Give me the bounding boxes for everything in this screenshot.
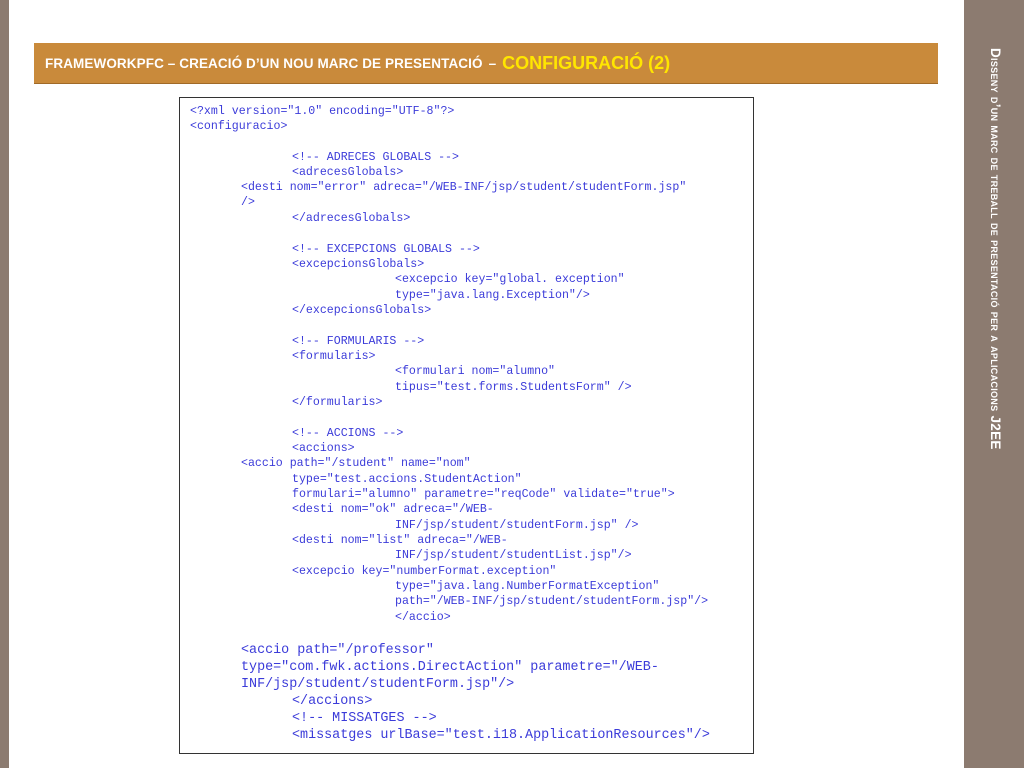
code-line: <?xml version="1.0" encoding="UTF-8"?>: [190, 105, 455, 118]
code-line: </accio>: [395, 611, 451, 624]
code-line: type="com.fwk.actions.DirectAction" para…: [241, 660, 659, 675]
code-line: path="/WEB-INF/jsp/student/studentForm.j…: [395, 595, 709, 608]
code-line: <desti nom="ok" adreca="/WEB-: [292, 503, 494, 516]
code-line: <desti nom="list" adreca="/WEB-: [292, 534, 508, 547]
code-line: INF/jsp/student/studentList.jsp"/>: [395, 549, 632, 562]
code-line: INF/jsp/student/studentForm.jsp" />: [395, 519, 639, 532]
code-line: <excepcio key="global. exception": [395, 273, 625, 286]
code-line: <configuracio>: [190, 120, 288, 133]
code-line: INF/jsp/student/studentForm.jsp"/>: [241, 677, 515, 692]
code-line: tipus="test.forms.StudentsForm" />: [395, 381, 632, 394]
code-line: <excepcio key="numberFormat.exception": [292, 565, 557, 578]
code-line: <accions>: [292, 442, 355, 455]
code-line: />: [241, 196, 255, 209]
code-line: </excepcionsGlobals>: [292, 304, 432, 317]
code-line: <!-- FORMULARIS -->: [292, 335, 425, 348]
code-line: <formularis>: [292, 350, 376, 363]
code-line: <!-- MISSATGES -->: [292, 711, 437, 726]
code-line: <desti nom="error" adreca="/WEB-INF/jsp/…: [241, 181, 687, 194]
code-line: type="java.lang.NumberFormatException": [395, 580, 660, 593]
code-line: type="java.lang.Exception"/>: [395, 289, 590, 302]
slide-title-bar: FRAMEWORKPFC – CREACIÓ D’UN NOU MARC DE …: [34, 43, 938, 84]
code-line: <adrecesGlobals>: [292, 166, 404, 179]
slide-title-accent: CONFIGURACIÓ (2): [502, 52, 671, 73]
code-line: <excepcionsGlobals>: [292, 258, 425, 271]
code-line: </adrecesGlobals>: [292, 212, 411, 225]
code-line: <formulari nom="alumno": [395, 365, 556, 378]
title-separator: –: [488, 55, 497, 71]
code-line: </formularis>: [292, 396, 383, 409]
xml-code-block: <?xml version="1.0" encoding="UTF-8"?> <…: [179, 97, 754, 754]
code-line: <!-- ACCIONS -->: [292, 427, 404, 440]
code-line: <!-- EXCEPCIONS GLOBALS -->: [292, 243, 480, 256]
code-line: type="test.accions.StudentAction": [292, 473, 522, 486]
code-line: <accio path="/student" name="nom": [241, 457, 471, 470]
code-line: <!-- ADRECES GLOBALS -->: [292, 151, 459, 164]
code-line: <missatges urlBase="test.i18.Application…: [292, 728, 710, 743]
side-panel-title: Disseny d’un marc de treball de presenta…: [988, 48, 1003, 450]
left-accent-strip: [0, 0, 9, 768]
code-line: formulari="alumno" parametre="reqCode" v…: [292, 488, 675, 501]
slide-title: FRAMEWORKPFC – CREACIÓ D’UN NOU MARC DE …: [45, 55, 483, 71]
code-line: </accions>: [292, 694, 373, 709]
code-line: <accio path="/professor": [241, 643, 434, 658]
